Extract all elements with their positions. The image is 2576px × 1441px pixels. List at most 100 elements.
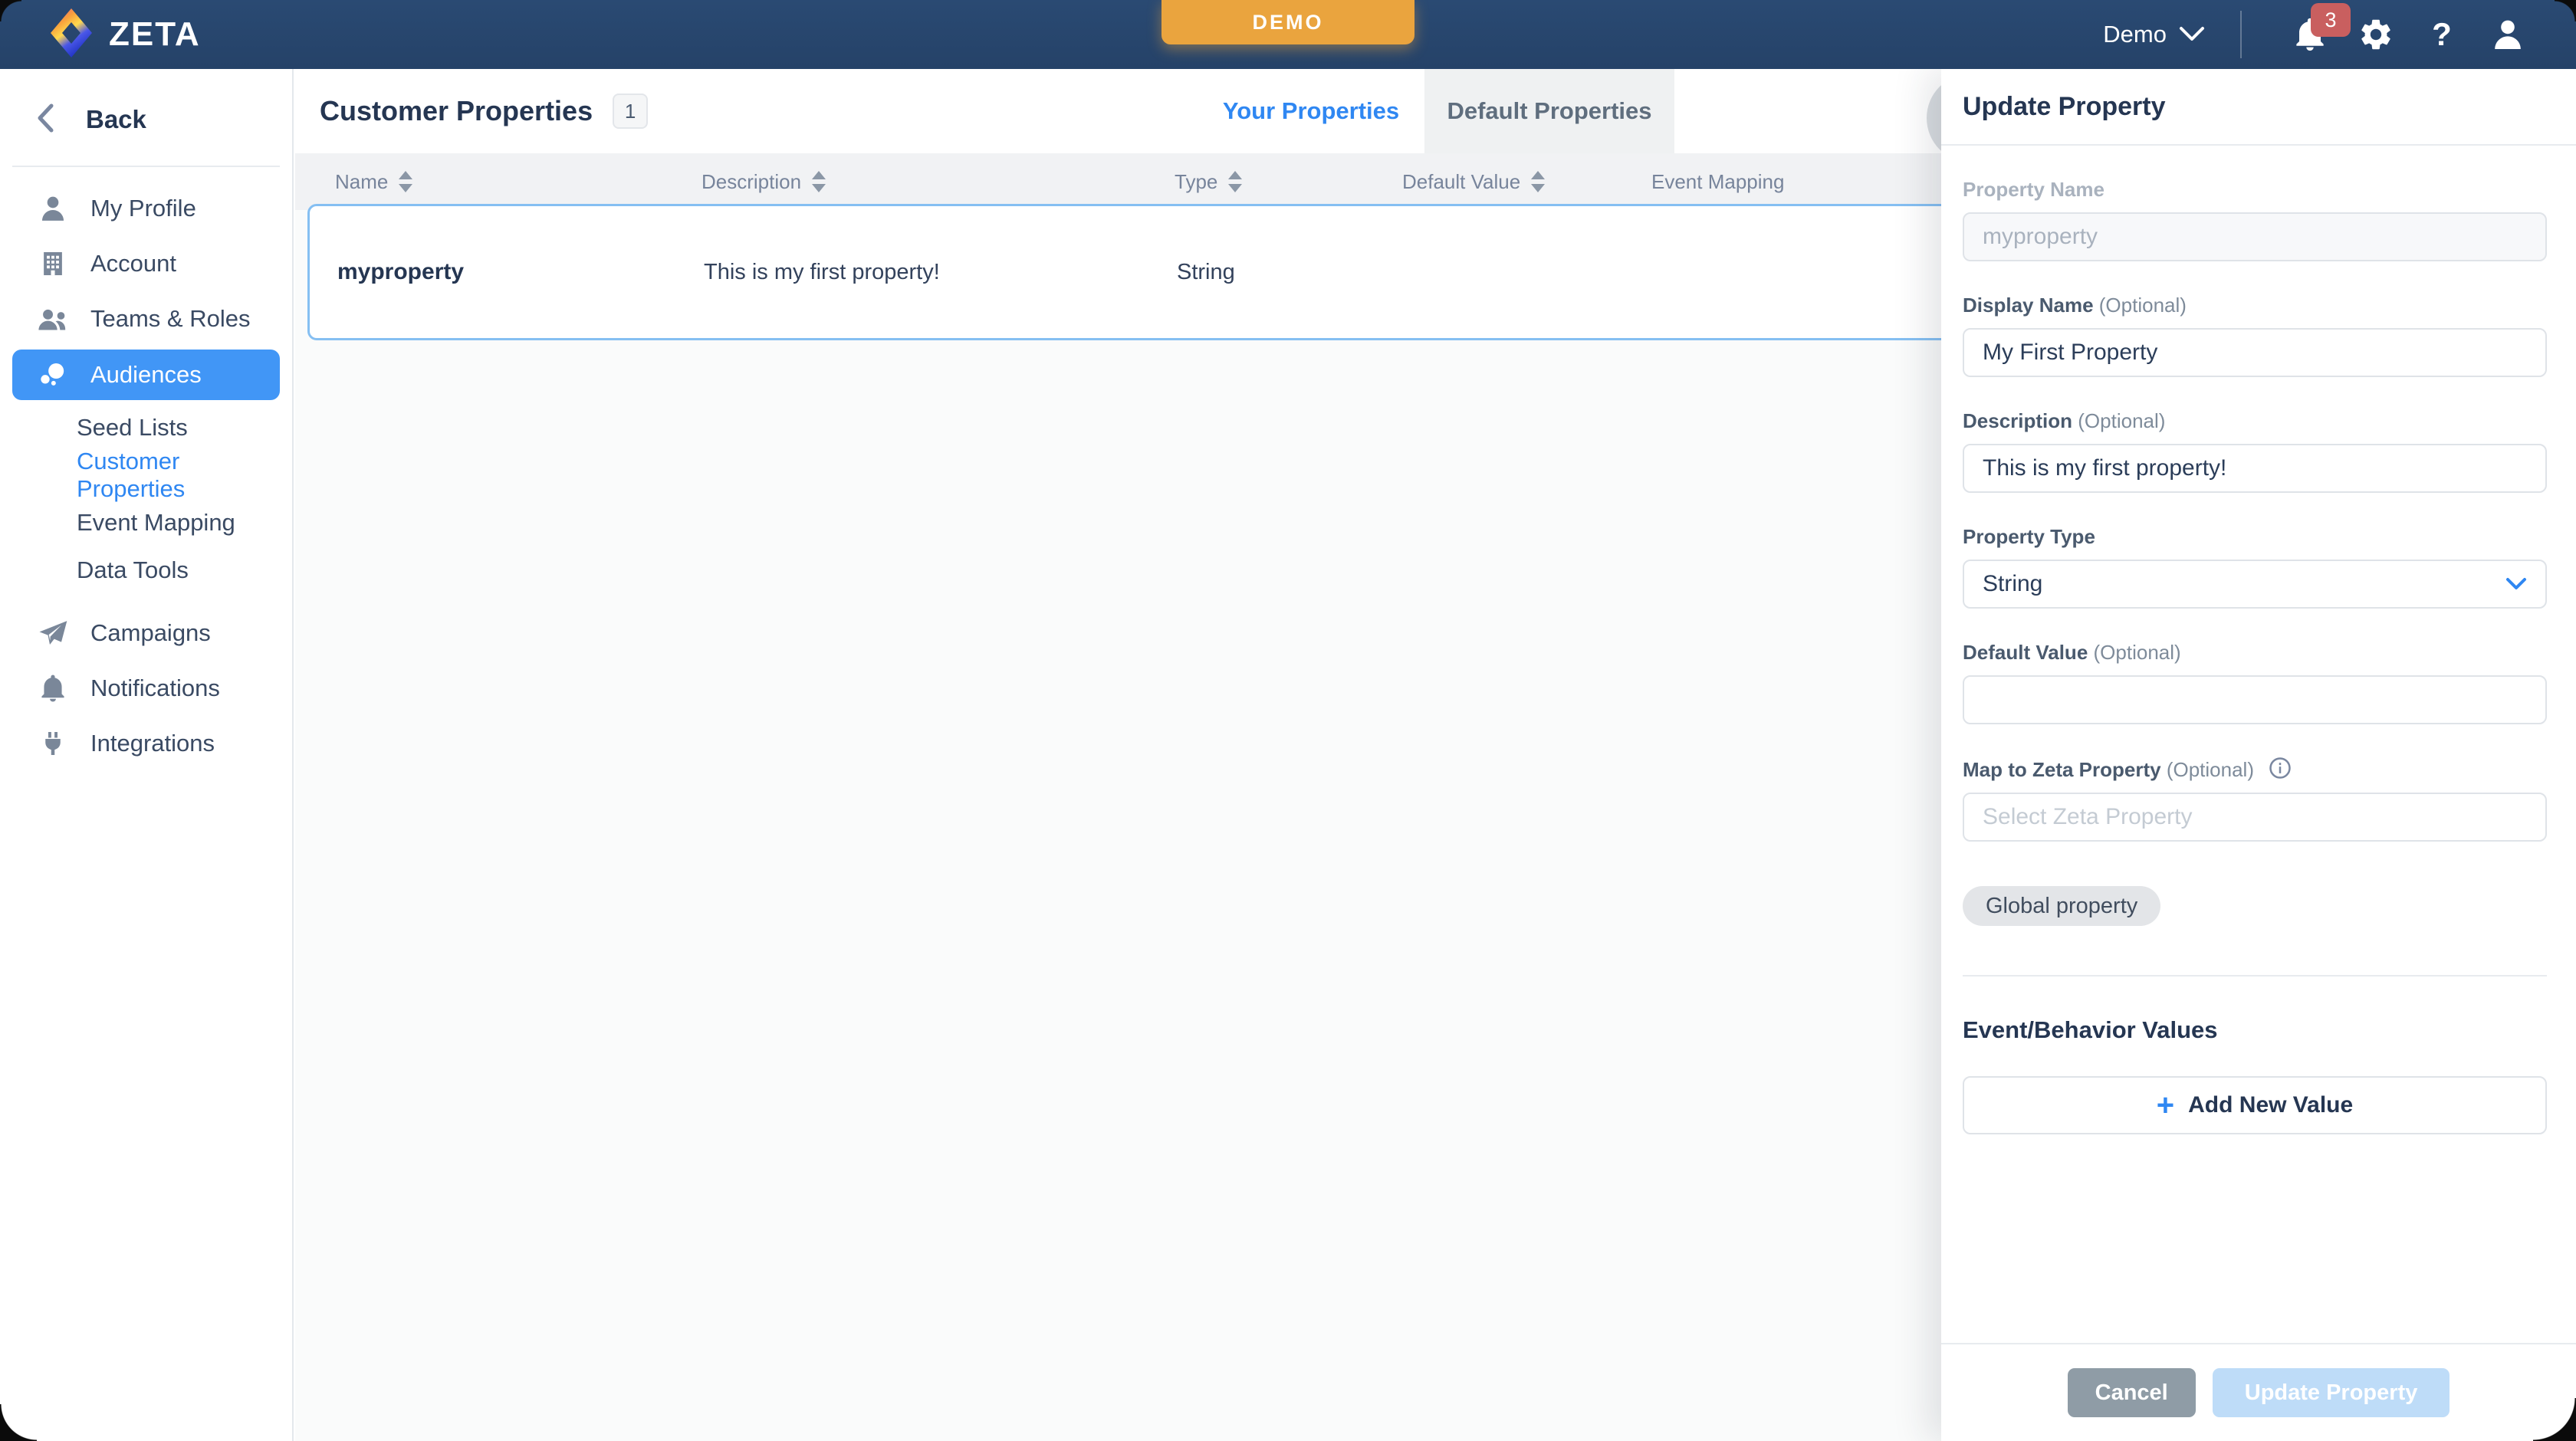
column-header-description[interactable]: Description	[702, 153, 826, 210]
sidebar-item-label: Customer Properties	[77, 448, 292, 503]
default-value-input[interactable]	[1963, 675, 2547, 724]
sidebar-item-campaigns[interactable]: Campaigns	[0, 609, 292, 658]
user-menu-button[interactable]	[2475, 16, 2541, 53]
global-property-tag: Global property	[1963, 886, 2160, 926]
account-switcher[interactable]: Demo	[2103, 21, 2205, 48]
tab-your-properties[interactable]: Your Properties	[1198, 69, 1424, 153]
help-button[interactable]: ?	[2409, 18, 2475, 51]
account-switcher-label: Demo	[2103, 21, 2167, 48]
sidebar-item-label: Audiences	[90, 361, 202, 389]
back-button[interactable]: Back	[0, 95, 292, 144]
demo-environment-ribbon: DEMO	[1162, 0, 1414, 44]
property-count-badge: 1	[613, 94, 648, 129]
bell-icon	[35, 673, 71, 704]
property-type-select[interactable]: String	[1963, 560, 2547, 609]
sidebar-subitem-data-tools[interactable]: Data Tools	[0, 550, 292, 590]
navbar-divider	[2240, 11, 2242, 58]
plug-icon	[35, 728, 71, 759]
default-value-field: Default Value (Optional)	[1963, 641, 2547, 724]
sidebar-item-integrations[interactable]: Integrations	[0, 719, 292, 768]
page-title: Customer Properties	[320, 95, 593, 127]
row-cell-type: String	[1177, 206, 1235, 338]
sidebar-item-my-profile[interactable]: My Profile	[0, 184, 292, 233]
property-name-input	[1963, 212, 2547, 261]
chevron-down-icon	[2179, 21, 2205, 48]
display-name-field: Display Name (Optional)	[1963, 294, 2547, 377]
display-name-input[interactable]	[1963, 328, 2547, 377]
optional-hint: (Optional)	[2094, 641, 2181, 664]
update-property-button[interactable]: Update Property	[2213, 1368, 2450, 1417]
chevron-down-icon	[2505, 571, 2527, 597]
properties-tabs: Your Properties Default Properties	[1198, 69, 1674, 153]
property-type-label: Property Type	[1963, 525, 2547, 549]
sort-icon	[1228, 171, 1242, 192]
help-icon: ?	[2432, 18, 2452, 51]
map-to-zeta-field: Map to Zeta Property (Optional)	[1963, 757, 2547, 842]
panel-footer: Cancel Update Property	[1941, 1343, 2576, 1441]
sidebar-item-notifications[interactable]: Notifications	[0, 664, 292, 713]
sidebar-item-label: Integrations	[90, 730, 215, 757]
sidebar-item-label: Event Mapping	[77, 509, 235, 537]
sidebar-subitem-event-mapping[interactable]: Event Mapping	[0, 503, 292, 543]
users-icon	[35, 304, 71, 334]
sidebar-item-teams-roles[interactable]: Teams & Roles	[0, 294, 292, 343]
sidebar-item-label: Notifications	[90, 675, 220, 702]
description-field: Description (Optional)	[1963, 409, 2547, 493]
sort-icon	[399, 171, 412, 192]
row-cell-description: This is my first property!	[704, 206, 940, 338]
map-to-zeta-input[interactable]	[1963, 793, 2547, 842]
paper-plane-icon	[35, 618, 71, 648]
panel-title: Update Property	[1963, 92, 2166, 122]
cancel-button[interactable]: Cancel	[2068, 1368, 2196, 1417]
property-name-field: Property Name	[1963, 178, 2547, 261]
update-property-panel: Update Property Property Name Display Na…	[1941, 69, 2576, 1441]
display-name-label: Display Name	[1963, 294, 2094, 317]
optional-hint: (Optional)	[2078, 409, 2165, 432]
zeta-logo[interactable]: ZETA	[0, 8, 201, 62]
back-label: Back	[86, 105, 146, 134]
info-icon[interactable]	[2269, 757, 2292, 780]
brand-wordmark: ZETA	[109, 15, 201, 54]
sort-icon	[1531, 171, 1545, 192]
gear-icon	[2358, 16, 2394, 53]
zeta-diamond-icon	[49, 8, 94, 62]
description-label: Description	[1963, 409, 2072, 432]
panel-divider	[1963, 975, 2547, 977]
sidebar-item-label: My Profile	[90, 195, 196, 222]
building-icon	[35, 248, 71, 279]
user-icon	[2489, 16, 2526, 53]
tab-default-properties[interactable]: Default Properties	[1424, 69, 1674, 153]
sidebar-item-label: Data Tools	[77, 556, 189, 584]
sidebar-item-account[interactable]: Account	[0, 239, 292, 288]
settings-sidebar: Back My Profile Account Teams & Roles Au…	[0, 69, 294, 1441]
description-input[interactable]	[1963, 444, 2547, 493]
add-new-value-label: Add New Value	[2188, 1092, 2353, 1118]
sidebar-item-label: Campaigns	[90, 619, 211, 647]
property-name-label: Property Name	[1963, 178, 2547, 202]
column-header-event-mapping[interactable]: Event Mapping	[1651, 153, 1784, 210]
sort-icon	[812, 171, 826, 192]
settings-button[interactable]	[2343, 16, 2409, 53]
add-new-value-button[interactable]: + Add New Value	[1963, 1076, 2547, 1134]
column-header-type[interactable]: Type	[1175, 153, 1242, 210]
column-header-name[interactable]: Name	[335, 153, 412, 210]
user-icon	[35, 193, 71, 224]
notifications-button[interactable]: 3	[2277, 15, 2343, 54]
property-type-value: String	[1983, 571, 2042, 597]
chevron-left-icon	[35, 103, 55, 137]
column-header-default-value[interactable]: Default Value	[1402, 153, 1545, 210]
sidebar-item-audiences[interactable]: Audiences	[12, 350, 280, 400]
sidebar-subitem-seed-lists[interactable]: Seed Lists	[0, 408, 292, 448]
sidebar-divider	[12, 166, 280, 167]
sidebar-subitem-customer-properties[interactable]: Customer Properties	[0, 455, 292, 495]
audiences-icon	[35, 359, 71, 390]
event-behavior-values-title: Event/Behavior Values	[1963, 1016, 2547, 1044]
optional-hint: (Optional)	[2167, 758, 2254, 781]
row-cell-name: myproperty	[337, 206, 464, 338]
map-to-zeta-label: Map to Zeta Property	[1963, 758, 2161, 781]
plus-icon: +	[2157, 1090, 2174, 1121]
sidebar-item-label: Teams & Roles	[90, 305, 250, 333]
main-navbar: ZETA DEMO Demo 3 ?	[0, 0, 2576, 69]
optional-hint: (Optional)	[2099, 294, 2187, 317]
property-type-field: Property Type String	[1963, 525, 2547, 609]
